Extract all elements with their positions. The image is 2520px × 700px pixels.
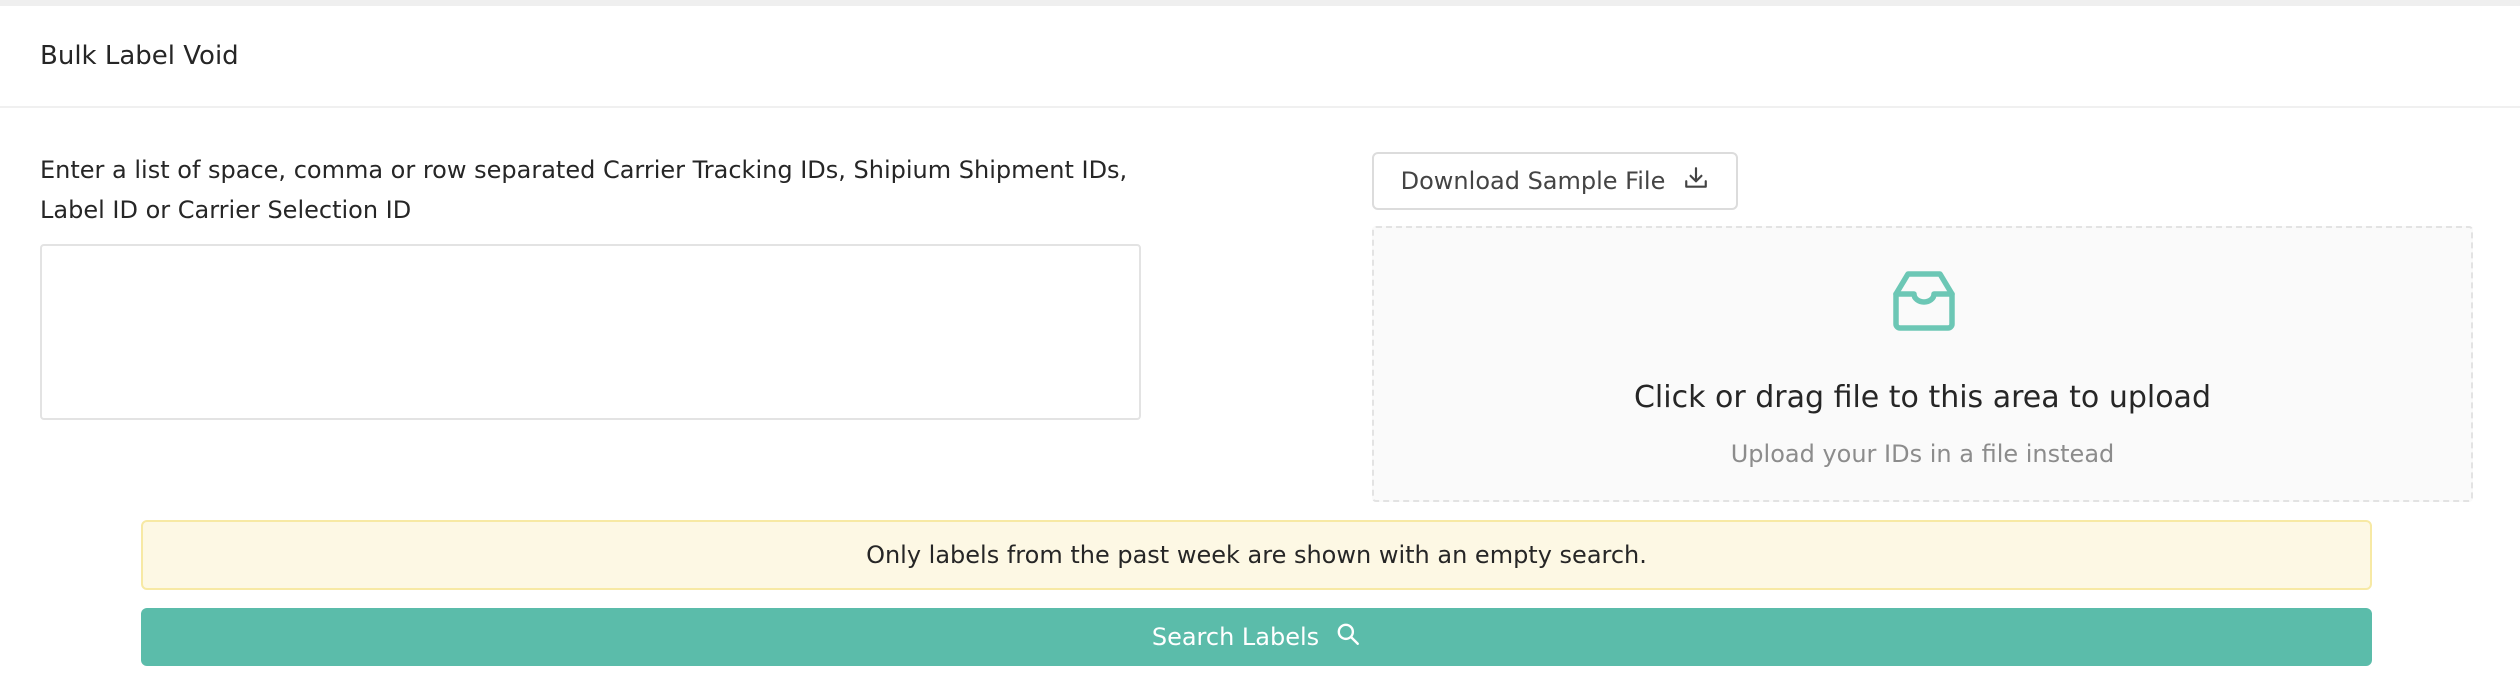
- search-button-label: Search Labels: [1151, 623, 1320, 651]
- ids-textarea[interactable]: [40, 244, 1141, 420]
- search-labels-button[interactable]: Search Labels: [141, 608, 2372, 666]
- empty-search-alert: Only labels from the past week are shown…: [141, 520, 2372, 590]
- dropzone-hint: Upload your IDs in a file instead: [1730, 440, 2115, 468]
- download-icon: [1683, 165, 1709, 197]
- page-title: Bulk Label Void: [40, 41, 239, 71]
- alert-message: Only labels from the past week are shown…: [866, 541, 1647, 569]
- inbox-icon: [1888, 264, 1960, 336]
- search-icon: [1335, 621, 1361, 653]
- bulk-label-void-card: Bulk Label Void Enter a list of space, c…: [0, 6, 2520, 700]
- file-upload-dropzone[interactable]: Click or drag file to this area to uploa…: [1372, 226, 2473, 502]
- download-button-label: Download Sample File: [1400, 167, 1666, 195]
- download-sample-file-button[interactable]: Download Sample File: [1372, 152, 1738, 210]
- dropzone-title: Click or drag file to this area to uploa…: [1633, 380, 2211, 415]
- ids-instructions: Enter a list of space, comma or row sepa…: [40, 156, 1128, 224]
- card-header: Bulk Label Void: [0, 6, 2520, 108]
